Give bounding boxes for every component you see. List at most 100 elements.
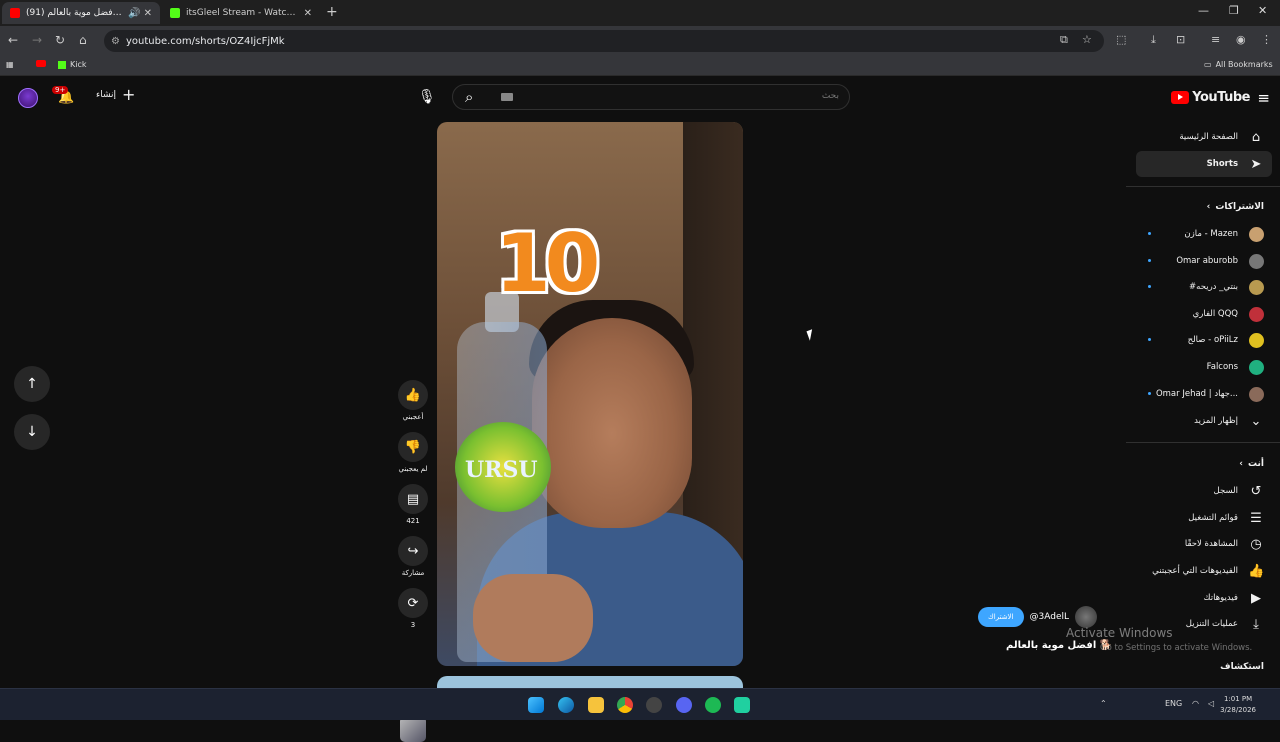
sidebar-item-home[interactable]: الصفحة الرئيسية ⌂ [1126,124,1280,150]
avatar[interactable] [18,88,38,108]
site-info-icon[interactable]: ⚙ [111,36,120,47]
profile-icon[interactable]: ◉ [1236,33,1246,46]
install-icon[interactable]: ⧉ [1060,33,1068,47]
windows-taskbar: ⌃ ENG ◠ ◁ 1:01 PM 3/28/2026 [0,688,1280,720]
sidebar-item-history[interactable]: السجل ↺ [1126,478,1280,504]
discord-icon[interactable] [676,697,692,713]
sidebar-item-subscription[interactable]: #بنتي_ دريحه [1126,274,1280,300]
next-short-preview[interactable] [437,676,743,688]
show-more-button[interactable]: إظهار المزيد ⌄ [1126,408,1280,434]
close-window-icon[interactable]: ✕ [1258,4,1267,17]
file-explorer-icon[interactable] [588,697,604,713]
sidebar-item-label: صالح - oPiiLz [1187,335,1238,345]
new-tab-icon[interactable]: + [326,4,338,20]
section-title: أنت [1248,459,1264,469]
sidebar-item-subscription[interactable]: Omar aburobb [1126,248,1280,274]
youtube-logo[interactable]: YouTube [1171,90,1250,105]
like-button[interactable]: 👍 أعجبني [396,380,430,421]
remix-button[interactable]: ⟳ 3 [396,588,430,629]
subscriptions-header[interactable]: ‹ الاشتراكات [1207,202,1264,212]
channel-avatar[interactable] [1075,606,1097,628]
tab-title: (91) افضل موية بالعالم 🐕 [26,8,122,18]
clock-time: 1:01 PM [1223,695,1253,703]
sidebar-item-watch-later[interactable]: المشاهدة لاحقًا ◷ [1126,531,1280,557]
home-icon[interactable]: ⌂ [79,33,87,47]
sidebar-item-label: إظهار المزيد [1194,416,1238,426]
sidebar-item-label: السجل [1213,486,1238,496]
sidebar-item-label: المشاهدة لاحقًا [1184,539,1238,549]
sidebar-item-subscription[interactable]: Falcons [1126,354,1280,380]
short-video-player[interactable]: URSU 10 [437,122,743,666]
minimize-icon[interactable]: — [1198,4,1209,17]
voice-search-icon[interactable]: 🎙 [418,89,436,105]
search-input[interactable]: ⌕ بحث [452,84,850,110]
sidebar-item-liked[interactable]: الفيديوهات التي أعجبتني 👍 [1126,558,1280,584]
close-tab-icon[interactable]: ✕ [304,8,312,19]
shorts-icon: ➤ [1250,157,1262,172]
sidebar-item-subscription[interactable]: Omar Jehad | جهاد... [1126,381,1280,407]
bookmark-star-icon[interactable]: ☆ [1082,33,1092,46]
new-content-dot [1148,392,1151,395]
sidebar-item-shorts[interactable]: Shorts ➤ [1136,151,1272,177]
edge-icon[interactable] [558,697,574,713]
comments-button[interactable]: ▤ 421 [396,484,430,525]
video-figure [532,318,692,528]
dislike-button[interactable]: 👎 لم يعجبني [396,432,430,473]
sidebar-item-subscription[interactable]: الفاري QQQ [1126,301,1280,327]
remix-count: 3 [410,621,416,629]
bookmark-youtube[interactable] [36,60,46,67]
hamburger-menu-icon[interactable]: ≡ [1257,89,1270,107]
share-button[interactable]: ↪ مشاركة [396,536,430,577]
language-indicator[interactable]: ENG [1165,699,1182,708]
download-icon[interactable]: ⤓ [1151,33,1156,47]
close-tab-icon[interactable]: 🔊 ✕ [128,8,152,19]
create-button[interactable]: إنشاء + [96,87,135,103]
all-bookmarks[interactable]: ▭ All Bookmarks [1204,60,1273,69]
comment-icon: ▤ [398,484,428,514]
explore-header: استكشاف [1220,662,1264,672]
tab-kick[interactable]: itsGleel Stream - Watch Live on ✕ [162,2,320,24]
sidebar-item-subscription[interactable]: صالح - oPiiLz [1126,327,1280,353]
channel-avatar [1249,387,1264,402]
previous-short-button[interactable]: ↑ [14,366,50,402]
create-label: إنشاء [96,90,117,100]
wifi-icon[interactable]: ◠ [1192,699,1199,708]
channel-name[interactable]: @3AdelL [1030,612,1070,622]
restore-icon[interactable]: ❐ [1229,4,1239,17]
steam-icon[interactable] [646,697,662,713]
sidebar-item-label: الفيديوهات التي أعجبتني [1152,566,1238,576]
apps-grid-icon[interactable]: ▦ [6,60,14,69]
taskbar-clock[interactable]: 1:01 PM 3/28/2026 [1220,694,1256,716]
forward-icon[interactable]: → [32,33,42,47]
tab-search-icon[interactable]: ⊡ [1176,33,1185,46]
keyboard-icon[interactable] [501,93,513,101]
tray-chevron-icon[interactable]: ⌃ [1100,699,1107,708]
reload-icon[interactable]: ↻ [55,33,65,47]
back-icon[interactable]: ← [8,33,18,47]
sidebar-item-label: Falcons [1206,362,1238,372]
extensions-icon[interactable]: ⬚ [1116,33,1126,46]
you-header[interactable]: ‹ أنت [1239,459,1264,469]
youtube-page: 🔔 9+ إنشاء + 🎙 ⌕ بحث YouTube ≡ الصفحة ال… [0,76,1280,742]
sidebar-item-your-videos[interactable]: فيديوهاتك ▶ [1126,585,1280,611]
spotify-icon[interactable] [705,697,721,713]
search-icon[interactable]: ⌕ [465,88,473,106]
sidebar-item-subscription[interactable]: مازن - Mazen [1126,221,1280,247]
start-icon[interactable] [528,697,544,713]
sidebar-item-label: مازن - Mazen [1184,229,1238,239]
bookmark-kick[interactable]: Kick [58,60,87,69]
media-icon[interactable]: ≡ [1211,33,1220,46]
sidebar-item-playlists[interactable]: قوائم التشغيل ☰ [1126,505,1280,531]
address-bar[interactable]: ⚙ youtube.com/shorts/OZ4IjcFjMk [104,30,1104,52]
notifications-button[interactable]: 🔔 9+ [52,86,74,105]
thumbs-down-icon: 👎 [398,432,428,462]
subscribe-button[interactable]: الاشتراك [978,607,1024,627]
chrome-icon[interactable] [617,697,633,713]
next-short-button[interactable]: ↓ [14,414,50,450]
video-figure [473,574,593,662]
tab-youtube[interactable]: (91) افضل موية بالعالم 🐕 🔊 ✕ [2,2,160,24]
volume-icon[interactable]: ◁ [1208,699,1214,708]
menu-dots-icon[interactable]: ⋮ [1261,33,1272,46]
sidebar-item-label: عمليات التنزيل [1185,619,1238,629]
app-icon[interactable] [734,697,750,713]
